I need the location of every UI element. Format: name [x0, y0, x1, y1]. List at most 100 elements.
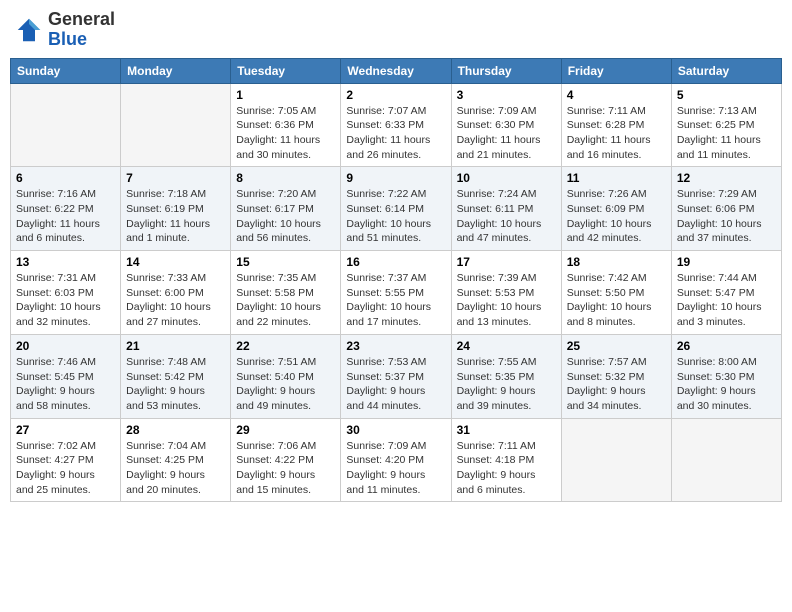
- calendar-cell: 10 Sunrise: 7:24 AM Sunset: 6:11 PM Dayli…: [451, 167, 561, 251]
- calendar-week-row: 1 Sunrise: 7:05 AM Sunset: 6:36 PM Daylig…: [11, 83, 782, 167]
- day-header-monday: Monday: [121, 58, 231, 83]
- day-info: Sunrise: 7:11 AM Sunset: 6:28 PM Dayligh…: [567, 104, 666, 163]
- day-number: 20: [16, 339, 115, 353]
- calendar-cell: 22 Sunrise: 7:51 AM Sunset: 5:40 PM Dayli…: [231, 334, 341, 418]
- day-info: Sunrise: 7:07 AM Sunset: 6:33 PM Dayligh…: [346, 104, 445, 163]
- calendar-cell: 13 Sunrise: 7:31 AM Sunset: 6:03 PM Dayli…: [11, 251, 121, 335]
- day-info: Sunrise: 7:46 AM Sunset: 5:45 PM Dayligh…: [16, 355, 115, 414]
- day-number: 23: [346, 339, 445, 353]
- logo-blue: Blue: [48, 29, 87, 49]
- day-header-tuesday: Tuesday: [231, 58, 341, 83]
- day-info: Sunrise: 7:37 AM Sunset: 5:55 PM Dayligh…: [346, 271, 445, 330]
- calendar-cell: 6Sunrise: 7:16 AM Sunset: 6:22 PM Daylig…: [11, 167, 121, 251]
- logo-general: General: [48, 9, 115, 29]
- day-header-wednesday: Wednesday: [341, 58, 451, 83]
- day-number: 3: [457, 88, 556, 102]
- calendar-cell: 12Sunrise: 7:29 AM Sunset: 6:06 PM Dayli…: [671, 167, 781, 251]
- day-header-thursday: Thursday: [451, 58, 561, 83]
- day-info: Sunrise: 7:09 AM Sunset: 4:20 PM Dayligh…: [346, 439, 445, 498]
- day-info: Sunrise: 7:48 AM Sunset: 5:42 PM Dayligh…: [126, 355, 225, 414]
- calendar-cell: 17 Sunrise: 7:39 AM Sunset: 5:53 PM Dayli…: [451, 251, 561, 335]
- calendar-cell: 21Sunrise: 7:48 AM Sunset: 5:42 PM Dayli…: [121, 334, 231, 418]
- day-info: Sunrise: 7:53 AM Sunset: 5:37 PM Dayligh…: [346, 355, 445, 414]
- day-header-saturday: Saturday: [671, 58, 781, 83]
- day-info: Sunrise: 7:11 AM Sunset: 4:18 PM Dayligh…: [457, 439, 556, 498]
- day-info: Sunrise: 7:42 AM Sunset: 5:50 PM Dayligh…: [567, 271, 666, 330]
- day-number: 26: [677, 339, 776, 353]
- day-number: 15: [236, 255, 335, 269]
- calendar-cell: 5 Sunrise: 7:13 AM Sunset: 6:25 PM Daylig…: [671, 83, 781, 167]
- day-number: 30: [346, 423, 445, 437]
- day-info: Sunrise: 7:24 AM Sunset: 6:11 PM Dayligh…: [457, 187, 556, 246]
- day-info: Sunrise: 7:44 AM Sunset: 5:47 PM Dayligh…: [677, 271, 776, 330]
- calendar-cell: 7Sunrise: 7:18 AM Sunset: 6:19 PM Daylig…: [121, 167, 231, 251]
- calendar-cell: [11, 83, 121, 167]
- logo-icon: [14, 15, 44, 45]
- day-header-sunday: Sunday: [11, 58, 121, 83]
- day-number: 22: [236, 339, 335, 353]
- calendar-cell: 8 Sunrise: 7:20 AM Sunset: 6:17 PM Daylig…: [231, 167, 341, 251]
- calendar-cell: 24Sunrise: 7:55 AM Sunset: 5:35 PM Dayli…: [451, 334, 561, 418]
- day-number: 7: [126, 171, 225, 185]
- calendar-cell: [561, 418, 671, 502]
- day-info: Sunrise: 7:13 AM Sunset: 6:25 PM Dayligh…: [677, 104, 776, 163]
- day-number: 1: [236, 88, 335, 102]
- day-number: 13: [16, 255, 115, 269]
- day-number: 5: [677, 88, 776, 102]
- day-number: 16: [346, 255, 445, 269]
- day-info: Sunrise: 7:51 AM Sunset: 5:40 PM Dayligh…: [236, 355, 335, 414]
- day-number: 12: [677, 171, 776, 185]
- calendar-week-row: 20 Sunrise: 7:46 AM Sunset: 5:45 PM Dayli…: [11, 334, 782, 418]
- calendar-cell: 11 Sunrise: 7:26 AM Sunset: 6:09 PM Dayli…: [561, 167, 671, 251]
- calendar-cell: 26 Sunrise: 8:00 AM Sunset: 5:30 PM Dayli…: [671, 334, 781, 418]
- calendar-week-row: 27Sunrise: 7:02 AM Sunset: 4:27 PM Dayli…: [11, 418, 782, 502]
- calendar-cell: 28 Sunrise: 7:04 AM Sunset: 4:25 PM Dayli…: [121, 418, 231, 502]
- calendar-week-row: 13 Sunrise: 7:31 AM Sunset: 6:03 PM Dayli…: [11, 251, 782, 335]
- calendar-cell: 15 Sunrise: 7:35 AM Sunset: 5:58 PM Dayli…: [231, 251, 341, 335]
- day-info: Sunrise: 7:35 AM Sunset: 5:58 PM Dayligh…: [236, 271, 335, 330]
- day-number: 28: [126, 423, 225, 437]
- day-number: 24: [457, 339, 556, 353]
- calendar-header-row: SundayMondayTuesdayWednesdayThursdayFrid…: [11, 58, 782, 83]
- day-info: Sunrise: 7:06 AM Sunset: 4:22 PM Dayligh…: [236, 439, 335, 498]
- calendar-cell: 16 Sunrise: 7:37 AM Sunset: 5:55 PM Dayli…: [341, 251, 451, 335]
- day-header-friday: Friday: [561, 58, 671, 83]
- day-info: Sunrise: 7:39 AM Sunset: 5:53 PM Dayligh…: [457, 271, 556, 330]
- day-info: Sunrise: 7:05 AM Sunset: 6:36 PM Dayligh…: [236, 104, 335, 163]
- day-number: 11: [567, 171, 666, 185]
- day-info: Sunrise: 7:57 AM Sunset: 5:32 PM Dayligh…: [567, 355, 666, 414]
- calendar-cell: 29 Sunrise: 7:06 AM Sunset: 4:22 PM Dayli…: [231, 418, 341, 502]
- calendar-cell: 18 Sunrise: 7:42 AM Sunset: 5:50 PM Dayli…: [561, 251, 671, 335]
- calendar-cell: 25 Sunrise: 7:57 AM Sunset: 5:32 PM Dayli…: [561, 334, 671, 418]
- calendar-cell: 4 Sunrise: 7:11 AM Sunset: 6:28 PM Daylig…: [561, 83, 671, 167]
- calendar-cell: 1 Sunrise: 7:05 AM Sunset: 6:36 PM Daylig…: [231, 83, 341, 167]
- calendar-cell: 23 Sunrise: 7:53 AM Sunset: 5:37 PM Dayli…: [341, 334, 451, 418]
- logo: General Blue: [14, 10, 115, 50]
- day-info: Sunrise: 7:04 AM Sunset: 4:25 PM Dayligh…: [126, 439, 225, 498]
- day-info: Sunrise: 7:22 AM Sunset: 6:14 PM Dayligh…: [346, 187, 445, 246]
- day-info: Sunrise: 7:20 AM Sunset: 6:17 PM Dayligh…: [236, 187, 335, 246]
- day-number: 17: [457, 255, 556, 269]
- day-number: 25: [567, 339, 666, 353]
- calendar-cell: 31Sunrise: 7:11 AM Sunset: 4:18 PM Dayli…: [451, 418, 561, 502]
- day-info: Sunrise: 7:31 AM Sunset: 6:03 PM Dayligh…: [16, 271, 115, 330]
- day-info: Sunrise: 7:26 AM Sunset: 6:09 PM Dayligh…: [567, 187, 666, 246]
- day-number: 4: [567, 88, 666, 102]
- day-number: 19: [677, 255, 776, 269]
- day-number: 14: [126, 255, 225, 269]
- day-number: 10: [457, 171, 556, 185]
- day-number: 18: [567, 255, 666, 269]
- calendar-cell: 14Sunrise: 7:33 AM Sunset: 6:00 PM Dayli…: [121, 251, 231, 335]
- logo-text: General Blue: [48, 10, 115, 50]
- day-info: Sunrise: 7:09 AM Sunset: 6:30 PM Dayligh…: [457, 104, 556, 163]
- day-number: 27: [16, 423, 115, 437]
- calendar-cell: 3 Sunrise: 7:09 AM Sunset: 6:30 PM Daylig…: [451, 83, 561, 167]
- calendar-cell: [121, 83, 231, 167]
- day-number: 9: [346, 171, 445, 185]
- day-number: 8: [236, 171, 335, 185]
- day-info: Sunrise: 8:00 AM Sunset: 5:30 PM Dayligh…: [677, 355, 776, 414]
- day-number: 2: [346, 88, 445, 102]
- day-number: 29: [236, 423, 335, 437]
- calendar-table: SundayMondayTuesdayWednesdayThursdayFrid…: [10, 58, 782, 503]
- calendar-cell: [671, 418, 781, 502]
